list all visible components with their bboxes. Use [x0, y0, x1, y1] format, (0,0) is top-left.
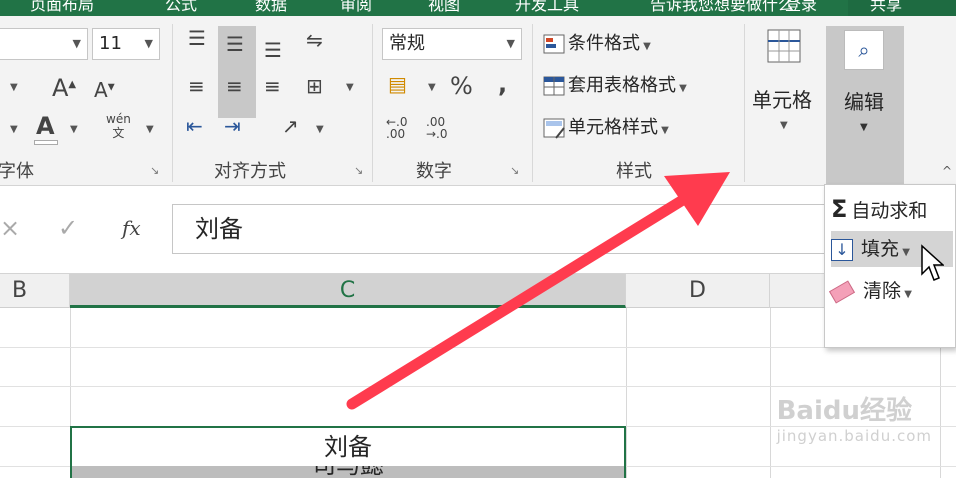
eraser-icon	[828, 279, 856, 304]
mouse-cursor-icon	[921, 244, 944, 281]
fill-down-icon: ↓	[831, 238, 853, 261]
sigma-icon: Σ	[831, 195, 848, 223]
autosum-menu-item[interactable]: Σ 自动求和	[831, 191, 953, 227]
annotation-arrow	[346, 172, 730, 410]
